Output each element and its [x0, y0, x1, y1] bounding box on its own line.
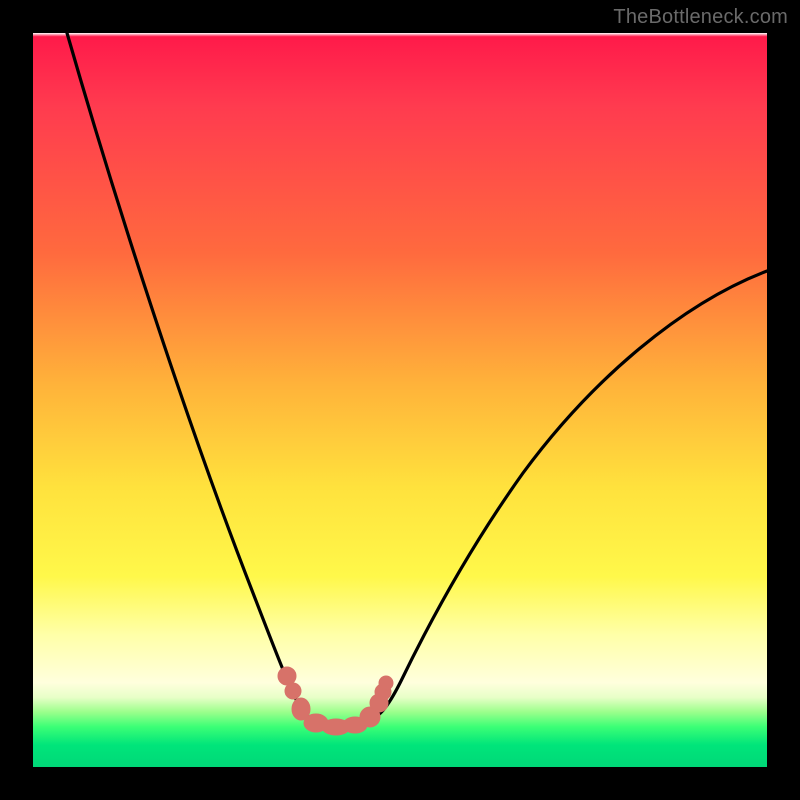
curve-path [67, 33, 767, 725]
bottleneck-curve [33, 33, 767, 767]
outer-frame: TheBottleneck.com [0, 0, 800, 800]
plot-area [33, 33, 767, 767]
marker-dots [278, 667, 393, 735]
watermark-text: TheBottleneck.com [613, 6, 788, 29]
